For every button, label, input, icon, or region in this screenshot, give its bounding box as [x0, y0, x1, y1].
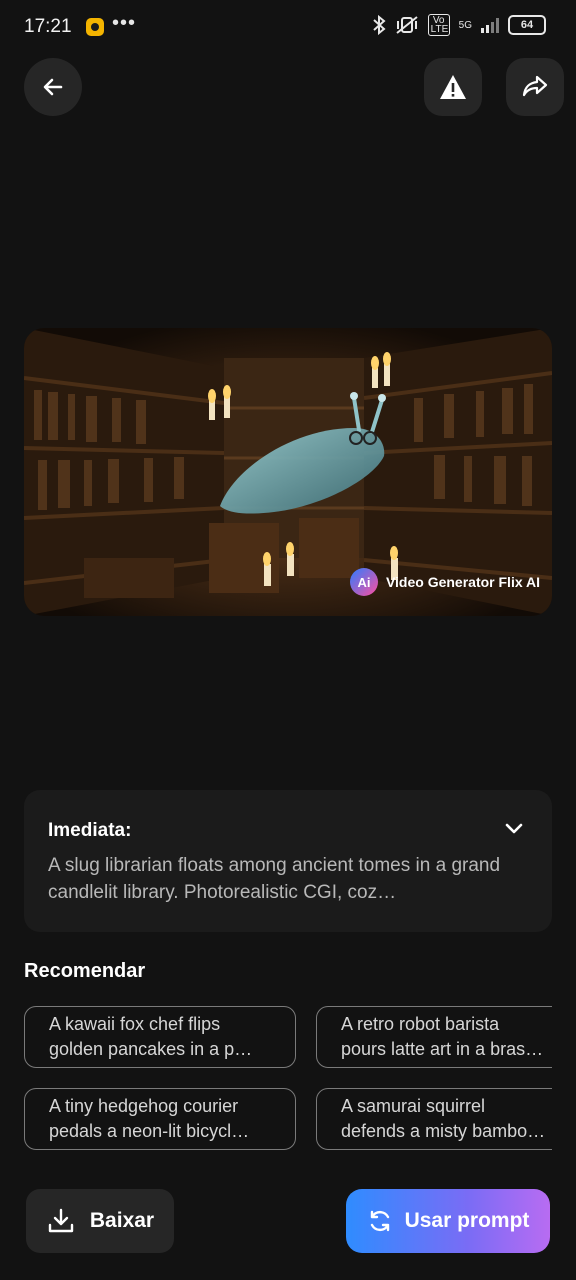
volte-indicator: Vo LTE [427, 14, 450, 36]
download-label: Baixar [89, 1209, 155, 1232]
chip-line: A kawaii fox chef flips [49, 1014, 221, 1034]
recommend-chip[interactable]: A retro robot barista pours latte art in… [316, 1006, 552, 1068]
status-icons: Vo LTE 5G 64 [372, 14, 546, 36]
chip-line: golden pancakes in a p… [49, 1039, 253, 1059]
share-button[interactable] [506, 58, 564, 116]
signal-icon [481, 17, 499, 33]
chip-line: A retro robot barista [341, 1014, 500, 1034]
recommend-chip[interactable]: A samurai squirrel defends a misty bambo… [316, 1088, 552, 1150]
recommend-chip[interactable]: A tiny hedgehog courier pedals a neon-li… [24, 1088, 296, 1150]
chip-line: A tiny hedgehog courier [49, 1096, 239, 1116]
recommend-list: A kawaii fox chef flips golden pancakes … [24, 1006, 552, 1154]
report-button[interactable] [424, 58, 482, 116]
use-prompt-button[interactable]: Usar prompt [346, 1189, 550, 1253]
more-notifications-icon: ••• [112, 12, 137, 34]
recommend-heading: Recomendar [24, 960, 146, 982]
chip-line: pours latte art in a bras… [341, 1039, 544, 1059]
refresh-icon [370, 1210, 389, 1232]
chip-line: pedals a neon-lit bicycl… [49, 1121, 250, 1141]
download-icon [48, 1208, 74, 1233]
prompt-title: Imediata: [48, 820, 132, 841]
chip-line: defends a misty bambo… [341, 1121, 546, 1141]
ai-logo: Ai [349, 568, 378, 596]
back-button[interactable] [24, 58, 82, 116]
use-prompt-label: Usar prompt [404, 1209, 530, 1232]
share-icon [522, 75, 548, 97]
video-watermark: Ai Video Generator Flix AI [349, 568, 540, 596]
chevron-down-icon [505, 823, 523, 834]
expand-prompt-button[interactable] [504, 822, 524, 841]
back-arrow-icon [43, 78, 63, 96]
chip-line: A samurai squirrel [341, 1096, 486, 1116]
download-button[interactable]: Baixar [26, 1189, 174, 1253]
network-type: 5G [458, 19, 472, 31]
prompt-text: A slug librarian floats among ancient to… [48, 855, 501, 903]
video-preview[interactable]: Ai Video Generator Flix AI [24, 328, 552, 616]
battery-indicator: 64 [508, 15, 546, 35]
bluetooth-icon [372, 15, 386, 35]
notification-app-icon [86, 18, 104, 36]
warning-icon [440, 75, 466, 99]
prompt-card[interactable]: Imediata: A slug librarian floats among … [24, 790, 552, 932]
recommend-chip[interactable]: A kawaii fox chef flips golden pancakes … [24, 1006, 296, 1068]
watermark-text: Video Generator Flix AI [385, 574, 540, 590]
vibrate-off-icon [396, 16, 418, 34]
status-time: 17:21 [24, 16, 72, 37]
